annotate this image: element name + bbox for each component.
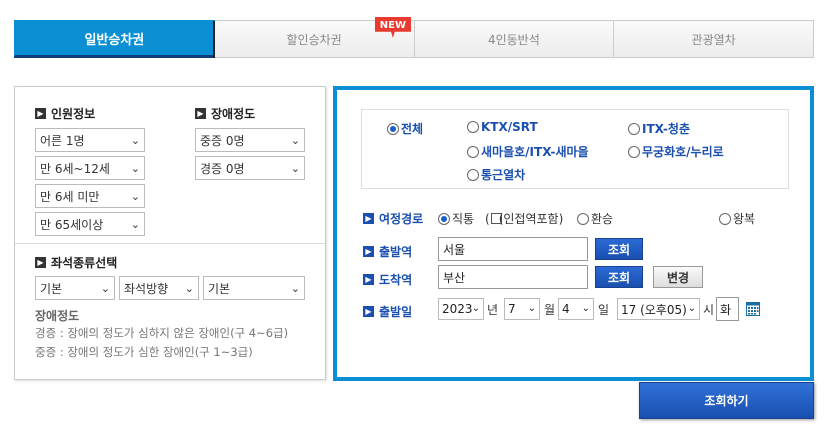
calendar-icon[interactable] [746,302,760,316]
ticket-type-tabs: 일반승차권 할인승차권 NEW 4인동반석 관광열차 [14,17,814,58]
disability-note-severe: 중증 : 장애의 정도가 심한 장애인(구 1~3급) [35,345,253,359]
day-unit: 일 [598,303,610,317]
chevron-down-icon: ⌄ [290,282,300,295]
mild-disability-select[interactable]: 경증 0명 ⌄ [195,156,305,180]
weekday-display: 화 [716,297,739,321]
arrow-right-icon: ▶ [363,213,374,224]
arrow-right-icon: ▶ [363,246,374,257]
disability-note-mild: 경증 : 장애의 정도가 심하지 않은 장애인(구 4~6급) [35,326,289,340]
tab-general-ticket[interactable]: 일반승차권 [14,20,215,58]
radio-icon [467,168,479,181]
chevron-down-icon: ⌄ [100,282,110,295]
hour-unit: 시 [703,303,715,317]
arrow-right-icon: ▶ [35,257,46,268]
chevron-down-icon: ⌄ [290,162,300,175]
child-select[interactable]: 만 6세~12세 ⌄ [35,156,145,180]
radio-icon [628,145,640,158]
radio-icon [467,145,479,158]
year-unit: 년 [487,303,499,317]
new-badge: NEW [374,17,411,38]
train-type-all[interactable]: 전체 [387,120,423,137]
arrow-right-icon: ▶ [195,108,206,119]
chevron-down-icon: ⌄ [581,303,590,314]
chevron-down-icon: ⌄ [471,303,480,314]
tab-family-seat[interactable]: 4인동반석 [414,20,615,58]
seat-type-select[interactable]: 기본 ⌄ [35,276,115,300]
arrival-label: ▶ 도착역 [363,271,412,288]
chevron-down-icon: ⌄ [130,162,140,175]
month-unit: 월 [544,303,556,317]
radio-icon [628,122,640,135]
chevron-down-icon: ⌄ [130,134,140,147]
train-type-mugunghwa[interactable]: 무궁화호/누리로 [628,143,724,160]
passenger-title: ▶ 인원정보 [35,105,95,122]
seat-direction-select[interactable]: 좌석방향 ⌄ [119,276,199,300]
train-type-ktx-srt[interactable]: KTX/SRT [467,120,538,134]
radio-icon [719,212,731,225]
swap-stations-button[interactable]: 변경 [653,266,703,288]
journey-panel: 전체 KTX/SRT ITX-청춘 새마을호/ITX-새마을 무궁화호/누리로 … [333,86,814,381]
include-nearby-checkbox[interactable]: ((인접역포함) [485,210,563,227]
adult-select[interactable]: 어른 1명 ⌄ [35,128,145,152]
senior-select[interactable]: 만 65세이상 ⌄ [35,212,145,236]
radio-checked-icon [387,122,399,135]
chevron-down-icon: ⌄ [184,282,194,295]
seat-position-select[interactable]: 기본 ⌄ [203,276,305,300]
chevron-down-icon: ⌄ [687,303,696,314]
departure-search-button[interactable]: 조회 [595,238,643,260]
arrow-right-icon: ▶ [363,274,374,285]
day-select[interactable]: 4 ⌄ [558,298,594,320]
month-select[interactable]: 7 ⌄ [504,298,540,320]
disability-title: ▶ 장애정도 [195,105,255,122]
radio-checked-icon [438,212,450,225]
arrow-right-icon: ▶ [35,108,46,119]
radio-icon [467,121,479,133]
passenger-panel: ▶ 인원정보 ▶ 장애정도 어른 1명 ⌄ 만 6세~12세 ⌄ 만 6세 미만 ⌄ … [14,86,326,380]
train-type-commuter[interactable]: 통근열차 [467,166,525,183]
disability-note-heading: 장애정도 [35,309,80,323]
arrival-station-input[interactable]: 부산 [438,265,588,289]
tab-discount-ticket[interactable]: 할인승차권 NEW [214,17,415,58]
severe-disability-select[interactable]: 중증 0명 ⌄ [195,128,305,152]
chevron-down-icon: ⌄ [130,218,140,231]
seat-title: ▶ 좌석종류선택 [35,254,117,271]
train-type-saemaeul[interactable]: 새마을호/ITX-새마을 [467,143,589,160]
search-tickets-button[interactable]: 조회하기 [639,382,814,419]
radio-icon [577,212,589,225]
tab-tourist-train[interactable]: 관광열차 [614,20,814,58]
departure-label: ▶ 출발역 [363,243,412,260]
chevron-down-icon: ⌄ [527,303,536,314]
hour-select[interactable]: 17 (오후05) ⌄ [617,298,700,320]
train-type-itx-cheongchun[interactable]: ITX-청춘 [628,120,690,137]
divider [15,243,325,244]
train-type-box: 전체 KTX/SRT ITX-청춘 새마을호/ITX-새마을 무궁화호/누리로 … [361,109,789,189]
arrival-search-button[interactable]: 조회 [595,266,643,288]
route-transfer-radio[interactable]: 환승 [577,210,613,227]
arrow-right-icon: ▶ [363,306,374,317]
chevron-down-icon: ⌄ [290,134,300,147]
date-label: ▶ 출발일 [363,303,412,320]
route-direct-radio[interactable]: 직통 [438,210,474,227]
chevron-down-icon: ⌄ [130,190,140,203]
departure-station-input[interactable]: 서울 [438,237,588,261]
route-label: ▶ 여정경로 [363,210,423,227]
route-round-trip-radio[interactable]: 왕복 [719,210,755,227]
year-select[interactable]: 2023 ⌄ [438,298,484,320]
infant-select[interactable]: 만 6세 미만 ⌄ [35,184,145,208]
